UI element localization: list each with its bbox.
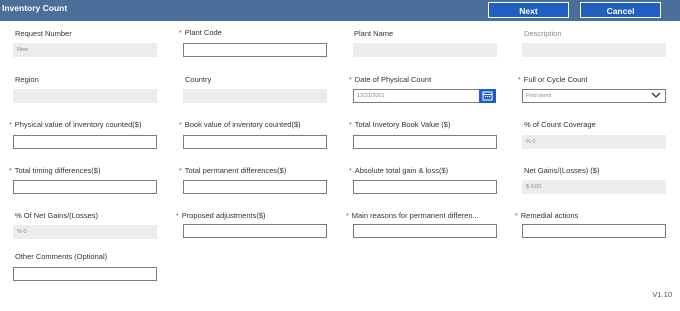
main-reasons-label: * Main reasons for permanent differen... — [346, 211, 479, 220]
net-gains-field: $ 0.00 — [522, 180, 666, 194]
book-value-input[interactable] — [183, 135, 327, 149]
required-marker: * — [349, 168, 352, 175]
pct-net-gains-label: % Of Net Gains/(Losses) — [15, 211, 98, 220]
absolute-gain-loss-label: * Absolute total gain & loss($) — [349, 166, 448, 175]
calendar-button[interactable] — [479, 89, 496, 103]
pct-net-gains-field: % 0 — [13, 225, 157, 239]
required-marker: * — [9, 122, 12, 129]
country-label: Country — [185, 75, 212, 84]
absolute-gain-loss-input[interactable] — [353, 180, 497, 194]
full-or-cycle-label: * Full or Cycle Count — [518, 75, 588, 84]
next-button[interactable]: Next — [488, 2, 569, 18]
total-book-value-label-text: Total Invetory Book Value ($) — [354, 120, 451, 129]
proposed-adjustments-input[interactable] — [183, 224, 327, 238]
other-comments-label: Other Comments (Optional) — [15, 252, 108, 261]
required-marker: * — [346, 213, 349, 220]
full-or-cycle-label-text: Full or Cycle Count — [523, 75, 588, 84]
timing-differences-input[interactable] — [13, 180, 157, 194]
permanent-differences-input[interactable] — [183, 180, 327, 194]
physical-value-label: * Physical value of inventory counted($) — [9, 120, 141, 129]
remedial-actions-label: * Remedial actions — [515, 211, 578, 220]
required-marker: * — [518, 77, 521, 84]
description-label: Description — [524, 29, 562, 38]
required-marker: * — [515, 213, 518, 220]
plant-code-input[interactable] — [183, 43, 327, 57]
main-reasons-input[interactable] — [353, 224, 497, 238]
other-comments-input[interactable] — [13, 267, 157, 281]
request-number-label: Request Number — [15, 29, 72, 38]
region-label: Region — [15, 75, 39, 84]
net-gains-label: Net Gains/(Losses) ($) — [524, 166, 600, 175]
permanent-differences-label: * Total permanent differences($) — [179, 166, 286, 175]
required-marker: * — [179, 122, 182, 129]
request-number-field: New — [13, 43, 157, 57]
required-marker: * — [179, 168, 182, 175]
country-field — [183, 89, 327, 103]
total-book-value-label: * Total Invetory Book Value ($) — [349, 120, 450, 129]
plant-name-field — [353, 43, 497, 57]
description-field — [522, 43, 666, 57]
page-title: Inventory Count — [2, 3, 68, 13]
physical-value-label-text: Physical value of inventory counted($) — [14, 120, 142, 129]
region-field — [13, 89, 157, 103]
absolute-gain-loss-label-text: Absolute total gain & loss($) — [354, 166, 449, 175]
calendar-icon — [482, 91, 493, 101]
proposed-adjustments-label-text: Proposed adjustments($) — [181, 211, 266, 220]
remedial-actions-label-text: Remedial actions — [520, 211, 579, 220]
main-reasons-label-text: Main reasons for permanent differen... — [351, 211, 479, 220]
required-marker: * — [349, 77, 352, 84]
count-coverage-label: % of Count Coverage — [524, 120, 596, 129]
physical-value-input[interactable] — [13, 135, 157, 149]
date-label-text: Date of Physical Count — [354, 75, 432, 84]
total-book-value-input[interactable] — [353, 135, 497, 149]
book-value-label: * Book value of inventory counted($) — [179, 120, 301, 129]
count-coverage-field: % 0 — [522, 135, 666, 149]
plant-code-label-text: Plant Code — [184, 28, 222, 37]
plant-name-label: Plant Name — [354, 29, 394, 38]
full-or-cycle-dropdown[interactable]: Find items — [522, 89, 666, 103]
required-marker: * — [176, 213, 179, 220]
book-value-label-text: Book value of inventory counted($) — [184, 120, 301, 129]
required-marker: * — [9, 168, 12, 175]
date-label: * Date of Physical Count — [349, 75, 431, 84]
required-marker: * — [179, 30, 182, 37]
permanent-differences-label-text: Total permanent differences($) — [184, 166, 287, 175]
dropdown-placeholder: Find items — [526, 93, 552, 99]
header-bar: Inventory Count Next Cancel — [0, 0, 680, 21]
plant-code-label: * Plant Code — [179, 28, 222, 37]
timing-differences-label-text: Total timing differences($) — [14, 166, 101, 175]
timing-differences-label: * Total timing differences($) — [9, 166, 100, 175]
remedial-actions-input[interactable] — [522, 224, 666, 238]
date-input[interactable]: 12/31/2001 — [353, 89, 480, 103]
chevron-down-icon[interactable] — [651, 91, 661, 102]
version-label: V1.10 — [652, 290, 672, 299]
required-marker: * — [349, 122, 352, 129]
cancel-button[interactable]: Cancel — [580, 2, 661, 18]
proposed-adjustments-label: * Proposed adjustments($) — [176, 211, 266, 220]
